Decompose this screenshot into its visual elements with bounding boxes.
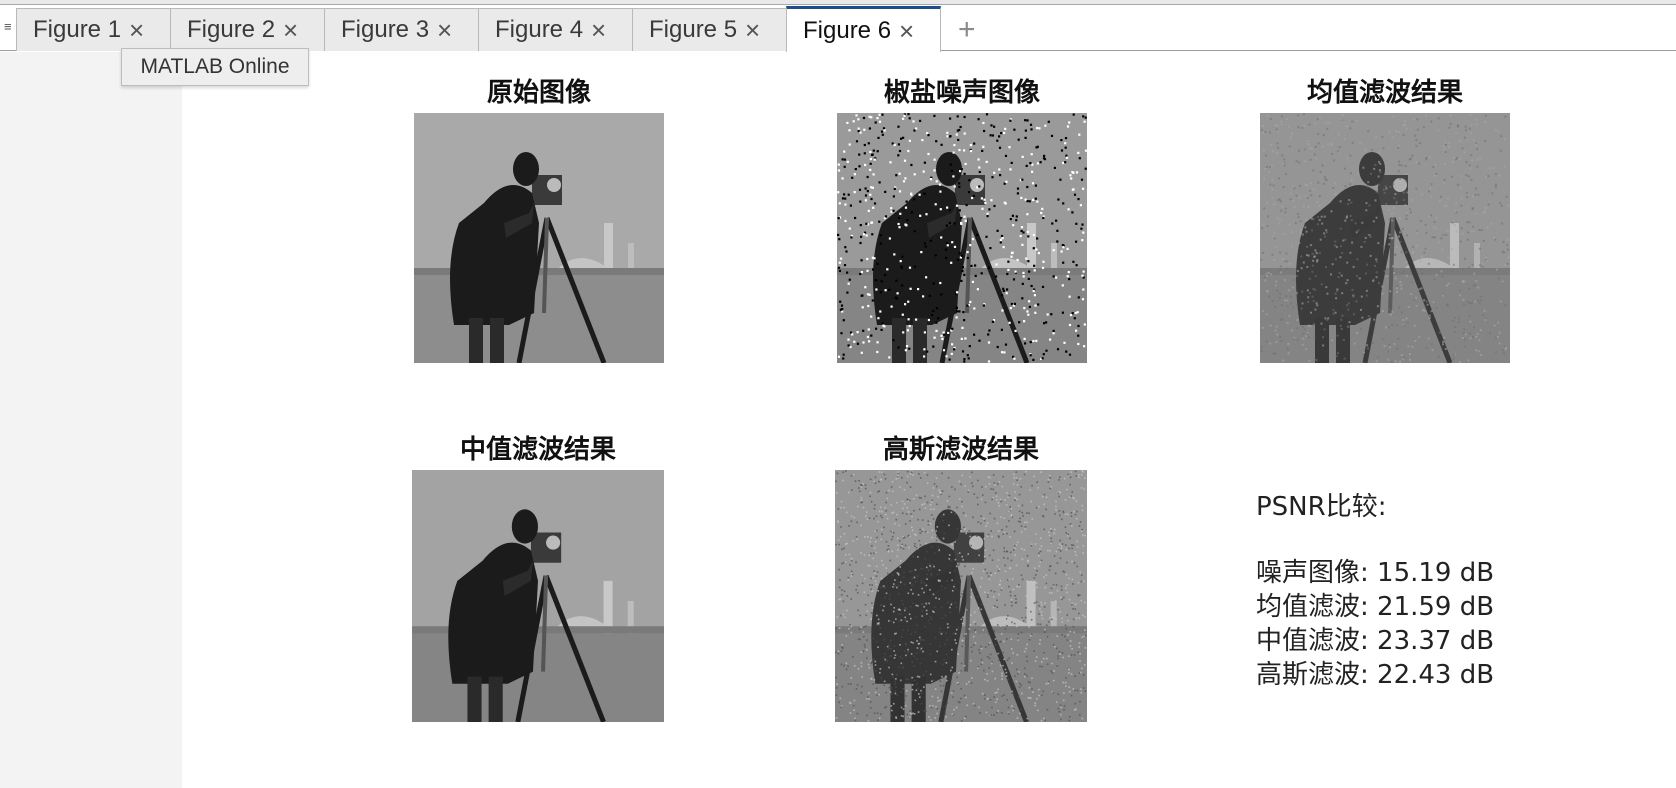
image-median-filter <box>412 470 664 722</box>
close-icon[interactable]: × <box>283 17 298 43</box>
close-icon[interactable]: × <box>437 17 452 43</box>
tab-label: Figure 1 <box>33 16 122 43</box>
subplot-title-median: 中值滤波结果 <box>459 435 616 465</box>
subplot-title-mean: 均值滤波结果 <box>1306 78 1463 108</box>
psnr-line-gaussian: 高斯滤波: 22.43 dB <box>1256 660 1495 690</box>
tab-label: Figure 4 <box>495 16 584 43</box>
tab-label: Figure 3 <box>341 16 430 43</box>
close-icon[interactable]: × <box>591 17 606 43</box>
cameraman-image <box>1260 113 1510 363</box>
psnr-heading: PSNR比较: <box>1256 492 1387 522</box>
subplot-title-original: 原始图像 <box>486 78 591 108</box>
tab-label: Figure 5 <box>649 16 738 43</box>
close-icon[interactable]: × <box>129 17 144 43</box>
tab-figure-3[interactable]: Figure 3 × <box>324 8 479 51</box>
psnr-line-median: 中值滤波: 23.37 dB <box>1256 626 1495 656</box>
tab-figure-2[interactable]: Figure 2 × <box>170 8 325 51</box>
grip-icon[interactable]: ≡ <box>4 17 14 37</box>
tab-label: Figure 2 <box>187 16 276 43</box>
tooltip: MATLAB Online <box>121 48 309 86</box>
cameraman-image <box>414 113 664 363</box>
cameraman-image <box>837 113 1087 363</box>
subplot-title-gaussian: 高斯滤波结果 <box>882 435 1039 465</box>
close-icon[interactable]: × <box>899 18 914 44</box>
cameraman-image <box>412 470 664 722</box>
tab-figure-1[interactable]: Figure 1 × <box>16 8 171 51</box>
left-panel <box>0 52 182 788</box>
tab-figure-4[interactable]: Figure 4 × <box>478 8 633 51</box>
subplot-title-saltpepper: 椒盐噪声图像 <box>883 78 1040 108</box>
figure-canvas: 原始图像 椒盐噪声图像 均值滤波结果 中值滤波结果 高斯滤波结果 PSNR比较:… <box>182 52 1676 788</box>
image-mean-filter <box>1260 113 1510 363</box>
tab-figure-5[interactable]: Figure 5 × <box>632 8 787 51</box>
image-salt-pepper <box>837 113 1087 363</box>
figure-tab-bar: ≡ Figure 1 × Figure 2 × Figure 3 × Figur… <box>0 5 1676 53</box>
cameraman-image <box>835 470 1087 722</box>
image-original <box>414 113 664 363</box>
psnr-line-mean: 均值滤波: 21.59 dB <box>1256 592 1495 622</box>
plus-icon[interactable]: + <box>958 15 976 45</box>
psnr-line-noisy: 噪声图像: 15.19 dB <box>1256 558 1495 588</box>
close-icon[interactable]: × <box>745 17 760 43</box>
image-gaussian-filter <box>835 470 1087 722</box>
psnr-comparison: PSNR比较: 噪声图像: 15.19 dB 均值滤波: 21.59 dB 中值… <box>1256 490 1494 692</box>
tab-figure-6[interactable]: Figure 6 × <box>786 6 941 53</box>
tab-label: Figure 6 <box>803 17 892 44</box>
